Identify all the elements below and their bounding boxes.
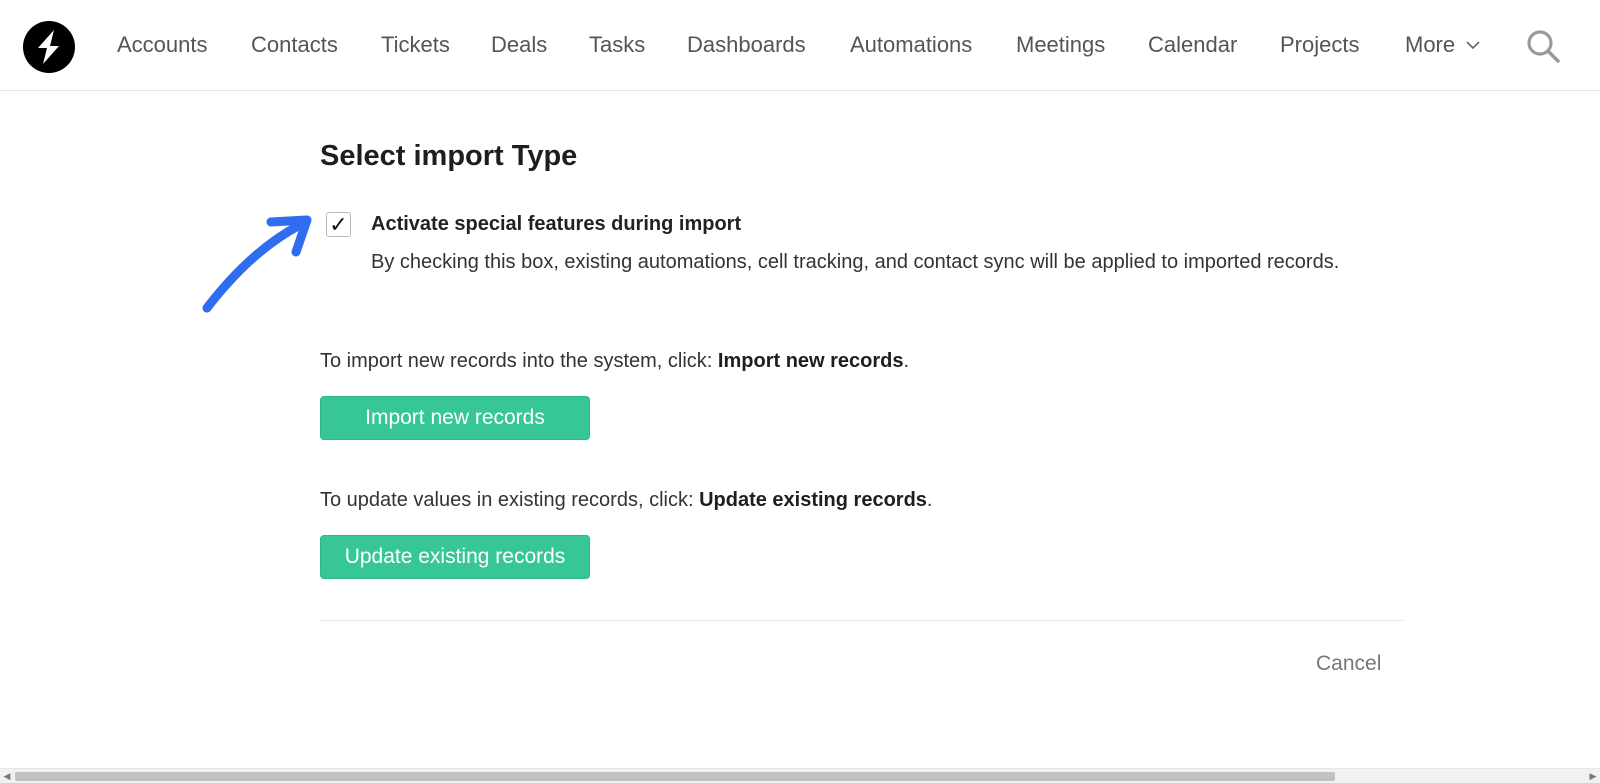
update-existing-instructions: To update values in existing records, cl… <box>320 489 932 512</box>
import-new-text-suffix: . <box>903 350 910 372</box>
update-existing-records-button[interactable]: Update existing records <box>320 535 590 579</box>
special-features-description: By checking this box, existing automatio… <box>371 251 1340 273</box>
nav-automations[interactable]: Automations <box>850 32 972 58</box>
import-new-text-bold: Import new records <box>717 350 904 372</box>
special-features-checkbox[interactable]: ✓ <box>326 212 351 237</box>
scroll-right-arrow-icon[interactable]: ▶ <box>1587 771 1599 782</box>
chevron-down-icon <box>1466 41 1480 50</box>
update-existing-text: To update values in existing records, cl… <box>320 489 700 511</box>
update-existing-text-suffix: . <box>926 489 933 511</box>
import-new-records-button[interactable]: Import new records <box>320 396 590 440</box>
top-navigation-bar: Accounts Contacts Tickets Deals Tasks Da… <box>0 0 1600 91</box>
nav-calendar[interactable]: Calendar <box>1148 32 1237 58</box>
nav-tasks[interactable]: Tasks <box>589 32 645 58</box>
annotation-arrow-icon <box>202 215 312 313</box>
cancel-button[interactable]: Cancel <box>1316 652 1381 676</box>
nav-dashboards[interactable]: Dashboards <box>687 32 806 58</box>
scroll-left-arrow-icon[interactable]: ◀ <box>1 771 13 782</box>
lightning-logo-icon[interactable] <box>23 21 75 73</box>
import-new-text: To import new records into the system, c… <box>320 350 718 372</box>
nav-more-menu[interactable]: More <box>1405 32 1481 58</box>
nav-more-label: More <box>1405 32 1456 57</box>
nav-projects[interactable]: Projects <box>1280 32 1359 58</box>
horizontal-scrollbar[interactable]: ◀ ▶ <box>0 768 1600 783</box>
page-title: Select import Type <box>320 140 578 172</box>
nav-meetings[interactable]: Meetings <box>1016 32 1105 58</box>
nav-contacts[interactable]: Contacts <box>251 32 338 58</box>
special-features-label: Activate special features during import <box>371 213 742 235</box>
nav-accounts[interactable]: Accounts <box>117 32 208 58</box>
nav-deals[interactable]: Deals <box>491 32 547 58</box>
scrollbar-thumb[interactable] <box>15 772 1335 781</box>
search-icon[interactable] <box>1524 27 1562 65</box>
checkmark-icon: ✓ <box>329 211 348 237</box>
divider <box>320 620 1403 621</box>
import-new-instructions: To import new records into the system, c… <box>320 350 909 373</box>
update-existing-text-bold: Update existing records <box>699 489 927 511</box>
nav-tickets[interactable]: Tickets <box>381 32 450 58</box>
